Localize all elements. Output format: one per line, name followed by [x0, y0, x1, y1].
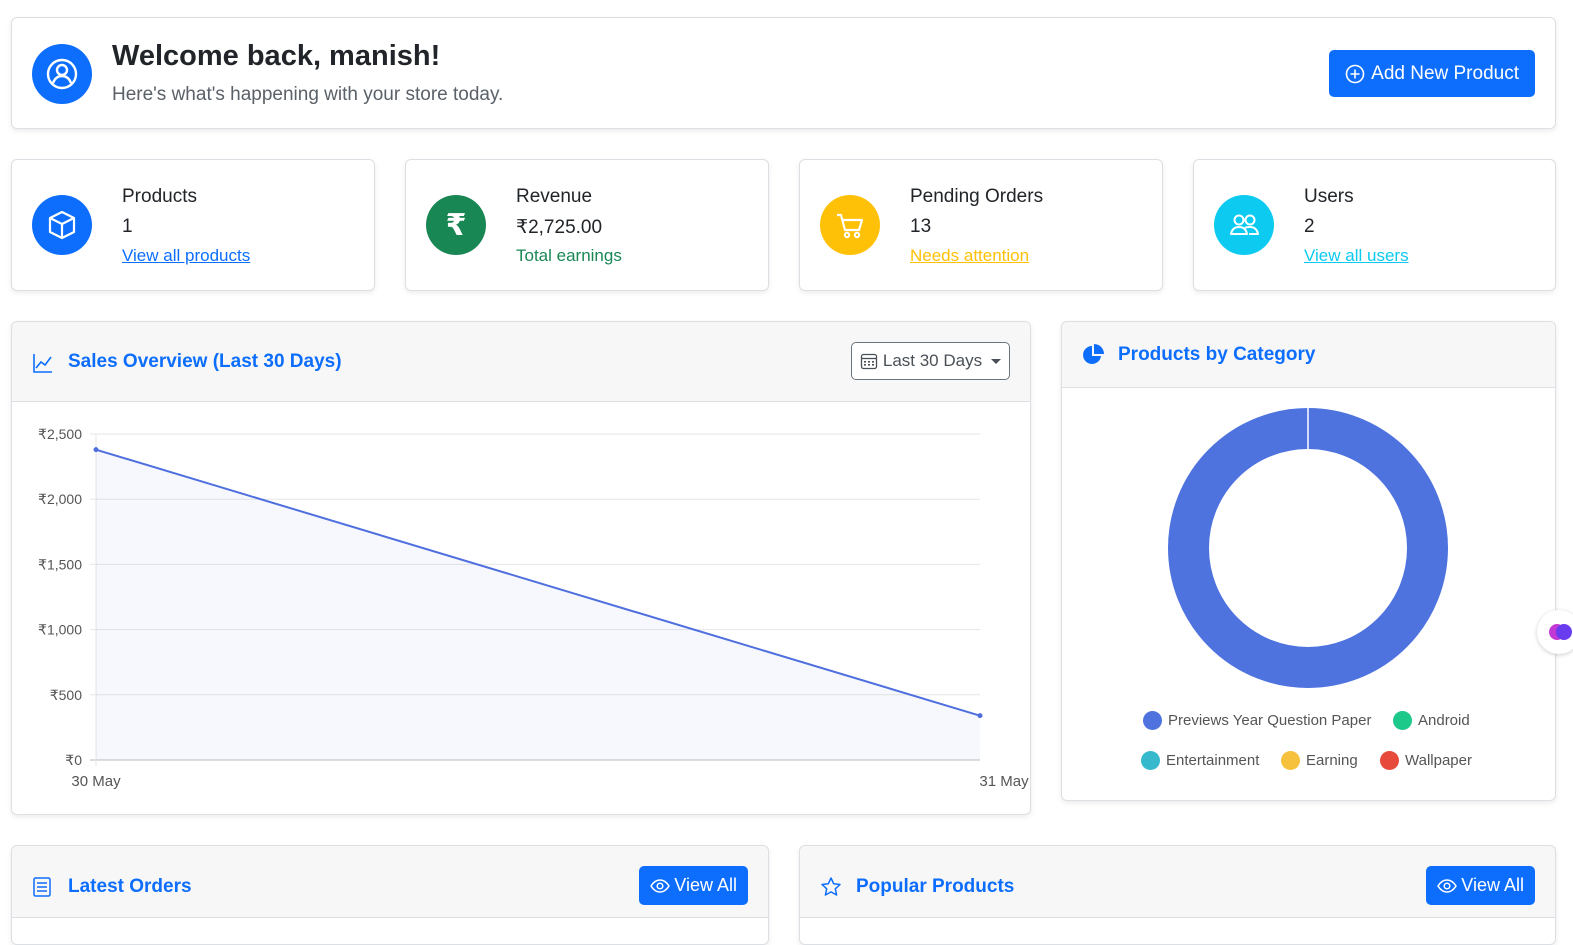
view-all-label: View All [674, 875, 737, 895]
y-tick-label: ₹1,500 [38, 556, 82, 572]
list-icon [33, 877, 51, 897]
y-tick-label: ₹2,000 [38, 491, 82, 507]
welcome-card: Welcome back, manish! Here's what's happ… [11, 17, 1556, 129]
products-by-category-card: Products by Category Previews Year Quest… [1061, 321, 1556, 801]
star-icon [821, 877, 841, 896]
box-icon [32, 195, 92, 255]
legend-dot [1281, 751, 1300, 770]
total-earnings-text: Total earnings [516, 246, 622, 265]
y-tick-label: ₹2,500 [38, 426, 82, 442]
legend-item[interactable]: Previews Year Question Paper [1143, 711, 1371, 730]
view-all-products-link[interactable]: View all products [122, 246, 250, 266]
stat-label: Revenue [516, 186, 593, 207]
stat-label: Users [1304, 186, 1354, 207]
popular-products-header: Popular Products View All [800, 846, 1555, 918]
calendar-icon [860, 353, 878, 370]
legend-item[interactable]: Android [1393, 711, 1470, 730]
stat-value: 13 [910, 216, 932, 237]
stat-card-pending-orders: Pending Orders 13 Needs attention [799, 159, 1163, 291]
pie-chart-icon [1083, 344, 1104, 364]
y-tick-label: ₹500 [50, 687, 82, 703]
eye-icon [650, 878, 671, 893]
stat-value: ₹2,725.00 [516, 217, 603, 238]
welcome-title: Welcome back, manish! [112, 40, 441, 72]
date-range-label: Last 30 Days [882, 351, 983, 370]
x-tick-label: 30 May [71, 773, 121, 790]
legend-item[interactable]: Entertainment [1141, 751, 1259, 770]
data-point [93, 447, 99, 453]
pie-slice [1168, 408, 1448, 688]
stat-label: Products [122, 186, 197, 207]
legend-dot [1380, 751, 1399, 770]
welcome-subtitle: Here's what's happening with your store … [112, 84, 504, 105]
graph-up-icon [33, 354, 52, 373]
popular-products-title: Popular Products [856, 876, 1015, 897]
legend-item[interactable]: Wallpaper [1380, 751, 1472, 770]
sales-overview-title: Sales Overview (Last 30 Days) [68, 351, 342, 372]
legend-label: Earning [1306, 752, 1358, 769]
legend-label: Entertainment [1166, 752, 1260, 769]
x-tick-label: 31 May [979, 773, 1029, 790]
popular-products-card: Popular Products View All [799, 845, 1556, 945]
stat-value: 1 [122, 216, 133, 237]
assistant-widget-button[interactable] [1537, 610, 1573, 654]
legend-label: Previews Year Question Paper [1168, 712, 1372, 729]
stat-label: Pending Orders [910, 186, 1044, 207]
view-all-label: View All [1461, 875, 1524, 895]
date-range-dropdown[interactable]: Last 30 Days [851, 342, 1010, 380]
legend-dot [1393, 711, 1412, 730]
area-fill [96, 449, 980, 760]
products-by-category-title: Products by Category [1118, 344, 1316, 365]
category-donut-chart [1168, 408, 1448, 688]
stat-value: 2 [1304, 216, 1315, 237]
add-new-product-label: Add New Product [1371, 62, 1519, 84]
view-all-users-link[interactable]: View all users [1304, 246, 1409, 266]
view-all-orders-button[interactable]: View All [639, 866, 748, 905]
sales-overview-header: Sales Overview (Last 30 Days) Last 30 Da… [12, 322, 1030, 402]
add-new-product-button[interactable]: Add New Product [1329, 50, 1535, 97]
cart-icon [820, 195, 880, 255]
legend-label: Android [1418, 712, 1470, 729]
legend-item[interactable]: Earning [1281, 751, 1358, 770]
y-tick-label: ₹0 [65, 752, 82, 768]
brain-icon [1549, 624, 1572, 640]
needs-attention-link[interactable]: Needs attention [910, 246, 1029, 266]
products-by-category-header: Products by Category [1062, 322, 1555, 388]
legend-dot [1143, 711, 1162, 730]
caret-down-icon [991, 358, 1002, 364]
sales-line-chart: ₹0 ₹500 ₹1,000 ₹1,500 ₹2,000 ₹2,500 30 May 31 M… [38, 426, 1029, 790]
plus-circle-icon [1345, 64, 1365, 83]
rupee-icon: ₹ [426, 195, 486, 255]
people-icon [1214, 195, 1274, 255]
user-avatar-icon [32, 44, 92, 104]
legend-dot [1141, 751, 1160, 770]
latest-orders-header: Latest Orders View All [12, 846, 768, 918]
view-all-products-button[interactable]: View All [1426, 866, 1535, 905]
stat-card-revenue: ₹ Revenue ₹2,725.00 Total earnings [405, 159, 769, 291]
sales-overview-card: Sales Overview (Last 30 Days) Last 30 Da… [11, 321, 1031, 815]
stat-card-products: Products 1 View all products [11, 159, 375, 291]
data-point [977, 713, 983, 719]
legend-label: Wallpaper [1405, 752, 1472, 769]
y-tick-label: ₹1,000 [38, 622, 82, 638]
latest-orders-card: Latest Orders View All [11, 845, 769, 945]
stat-card-users: Users 2 View all users [1193, 159, 1556, 291]
latest-orders-title: Latest Orders [68, 876, 192, 897]
eye-icon [1437, 878, 1458, 893]
